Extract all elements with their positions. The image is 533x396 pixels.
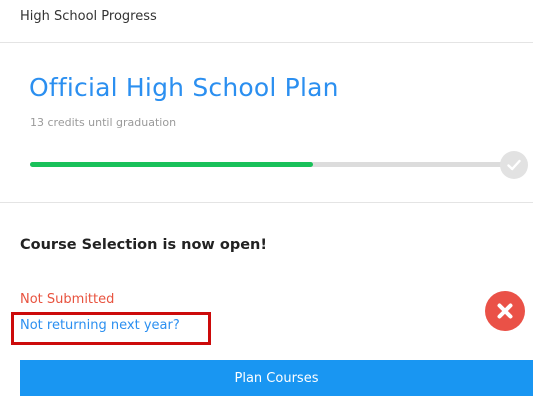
plan-title[interactable]: Official High School Plan	[29, 73, 339, 102]
header-divider	[0, 42, 533, 43]
plan-courses-button[interactable]: Plan Courses	[20, 360, 533, 396]
graduation-progress-fill	[30, 162, 313, 167]
page-header-title: High School Progress	[20, 9, 157, 24]
graduation-progress-bar	[30, 162, 505, 167]
checkmark-icon	[500, 151, 528, 179]
not-returning-link[interactable]: Not returning next year?	[20, 318, 180, 333]
x-circle-icon[interactable]	[485, 291, 525, 331]
credits-remaining: 13 credits until graduation	[30, 116, 177, 129]
submission-status: Not Submitted	[20, 292, 115, 307]
course-selection-heading: Course Selection is now open!	[20, 237, 267, 253]
section-divider	[0, 202, 533, 203]
